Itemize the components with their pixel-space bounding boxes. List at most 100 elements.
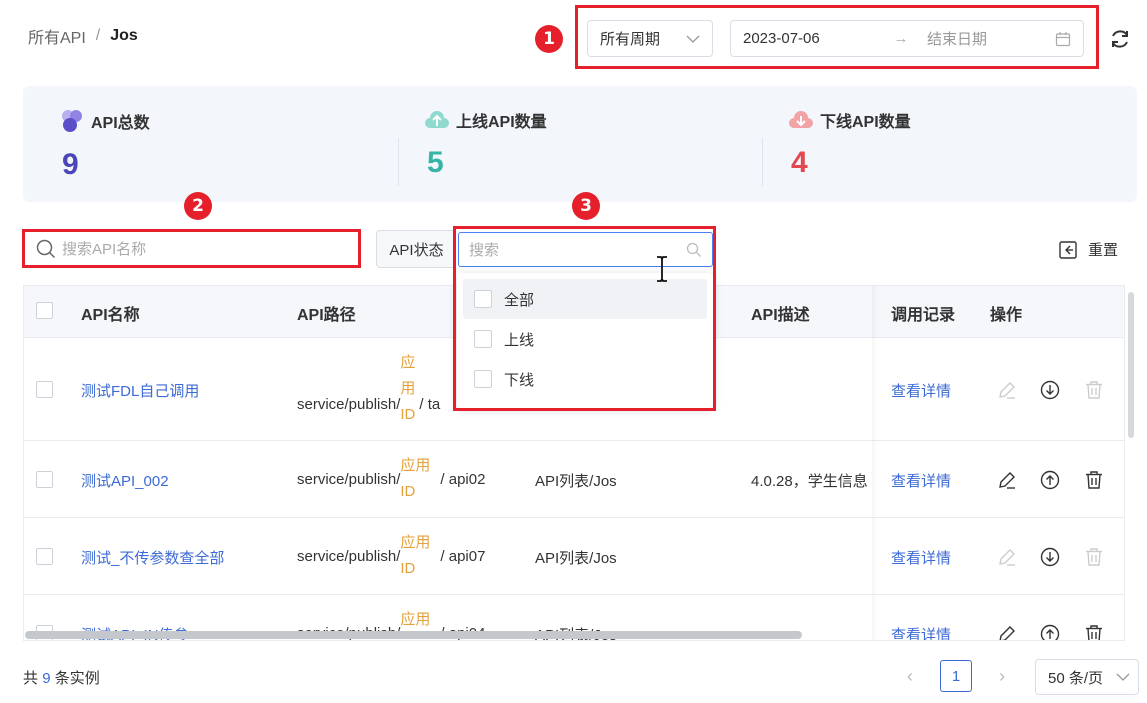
vertical-scrollbar[interactable] bbox=[1128, 292, 1134, 438]
offline-icon[interactable] bbox=[1040, 380, 1060, 400]
search-input[interactable]: 搜索API名称 bbox=[26, 232, 358, 265]
search-icon bbox=[36, 239, 56, 258]
cloud-download-icon bbox=[789, 111, 813, 128]
path-appid: 应 用 ID bbox=[400, 350, 415, 428]
page-size-select[interactable]: 50 条/页 bbox=[1035, 659, 1139, 695]
edit-icon[interactable] bbox=[997, 624, 1017, 641]
stat-online: 上线API数量 5 bbox=[424, 108, 547, 180]
stat-total: API总数 9 bbox=[59, 108, 150, 182]
row-checkbox[interactable] bbox=[36, 471, 53, 488]
appid-part: ID bbox=[400, 560, 416, 577]
online-icon[interactable] bbox=[1040, 624, 1060, 641]
header-name: API名称 bbox=[81, 307, 140, 324]
fixed-column-shadow bbox=[872, 286, 878, 640]
total-suffix: 条实例 bbox=[54, 670, 100, 687]
table-row: 测试_不传参数查全部 service/publish / 应用 ID / api… bbox=[24, 518, 1124, 595]
path-prefix: service/publish bbox=[297, 470, 397, 488]
appid-part: 应用 bbox=[400, 611, 431, 628]
api-category: API列表/Jos bbox=[535, 473, 617, 490]
header-path: API路径 bbox=[297, 307, 356, 324]
annotation-badge-2: 2 bbox=[184, 192, 212, 220]
api-path: service/publish / 应 用 ID / ta bbox=[297, 350, 440, 428]
date-range-picker[interactable]: 2023-07-06 → 结束日期 bbox=[730, 20, 1084, 57]
annotation-badge-1: 1 bbox=[535, 25, 563, 53]
appid-part: ID bbox=[400, 406, 416, 423]
delete-icon[interactable] bbox=[1084, 624, 1104, 641]
pagination: ‹ 1 › bbox=[900, 660, 1012, 692]
api-path: service/publish / 应用 ID / api02 bbox=[297, 453, 485, 505]
reset-label: 重置 bbox=[1088, 242, 1119, 259]
stat-offline: 下线API数量 4 bbox=[788, 108, 911, 180]
reset-icon bbox=[1059, 240, 1077, 259]
api-path: service/publish / 应用 ID / api07 bbox=[297, 530, 485, 582]
refresh-icon[interactable] bbox=[1108, 27, 1132, 51]
view-details-link[interactable]: 查看详情 bbox=[891, 624, 951, 640]
stats-card: API总数 9 上线API数量 5 下线API数量 4 bbox=[23, 86, 1137, 202]
annotation-box-3 bbox=[453, 226, 716, 411]
chevron-down-icon bbox=[1116, 673, 1130, 681]
breadcrumb-root[interactable]: 所有API bbox=[28, 24, 86, 48]
table-row: 测试API_002 service/publish / 应用 ID / api0… bbox=[24, 441, 1124, 518]
delete-icon[interactable] bbox=[1084, 547, 1104, 567]
delete-icon[interactable] bbox=[1084, 380, 1104, 400]
prev-page-icon[interactable]: ‹ bbox=[900, 666, 920, 687]
view-details-link[interactable]: 查看详情 bbox=[891, 470, 951, 491]
path-suffix: / api02 bbox=[440, 470, 486, 488]
stat-online-value: 5 bbox=[427, 146, 444, 179]
delete-icon[interactable] bbox=[1084, 470, 1104, 490]
page-number[interactable]: 1 bbox=[940, 660, 972, 692]
path-appid: 应用 ID bbox=[400, 530, 430, 582]
total-prefix: 共 bbox=[23, 670, 39, 687]
offline-icon[interactable] bbox=[1040, 547, 1060, 567]
header-ops: 操作 bbox=[990, 307, 1023, 324]
select-all-checkbox[interactable] bbox=[36, 302, 53, 319]
path-prefix: service/publish bbox=[297, 395, 397, 413]
stat-divider bbox=[762, 138, 763, 186]
page-size-value: 50 条/页 bbox=[1048, 669, 1104, 687]
edit-icon[interactable] bbox=[997, 470, 1017, 490]
appid-part: 应用 bbox=[400, 457, 431, 474]
api-description: 4.0.28，学生信息 bbox=[751, 473, 868, 490]
next-page-icon[interactable]: › bbox=[992, 666, 1012, 687]
row-checkbox[interactable] bbox=[36, 381, 53, 398]
chevron-down-icon bbox=[686, 35, 700, 43]
range-arrow-icon: → bbox=[893, 30, 909, 47]
stat-offline-label: 下线API数量 bbox=[820, 114, 911, 131]
stat-total-label: API总数 bbox=[91, 115, 150, 132]
breadcrumb-separator: / bbox=[95, 27, 101, 44]
row-checkbox[interactable] bbox=[36, 548, 53, 565]
period-select[interactable]: 所有周期 bbox=[587, 20, 713, 57]
calendar-icon bbox=[1055, 31, 1071, 46]
header-desc: API描述 bbox=[751, 307, 810, 324]
online-icon[interactable] bbox=[1040, 470, 1060, 490]
appid-part: 应 bbox=[400, 354, 416, 371]
reset-button[interactable]: 重置 bbox=[1058, 239, 1118, 260]
api-name-link[interactable]: 测试_不传参数查全部 bbox=[81, 547, 224, 568]
breadcrumb-current: Jos bbox=[110, 27, 138, 44]
appid-part: 应用 bbox=[400, 534, 431, 551]
text-cursor-icon bbox=[657, 256, 667, 282]
header-log: 调用记录 bbox=[891, 307, 956, 324]
edit-icon[interactable] bbox=[997, 547, 1017, 567]
path-suffix: / api07 bbox=[440, 547, 486, 565]
stat-offline-value: 4 bbox=[791, 146, 808, 179]
total-count: 共 9 条实例 bbox=[23, 667, 100, 688]
breadcrumb: 所有API / Jos bbox=[28, 24, 138, 48]
period-select-value: 所有周期 bbox=[600, 31, 661, 48]
annotation-badge-3: 3 bbox=[572, 192, 600, 220]
view-details-link[interactable]: 查看详情 bbox=[891, 380, 951, 401]
horizontal-scrollbar[interactable] bbox=[25, 631, 802, 639]
status-filter-label: API状态 bbox=[376, 230, 456, 268]
api-name-link[interactable]: 测试FDL自己调用 bbox=[81, 380, 199, 401]
end-date-placeholder[interactable]: 结束日期 bbox=[919, 28, 1055, 49]
view-details-link[interactable]: 查看详情 bbox=[891, 547, 951, 568]
stat-divider bbox=[398, 138, 399, 186]
stat-total-value: 9 bbox=[62, 148, 79, 181]
appid-part: 用 bbox=[400, 380, 416, 397]
start-date[interactable]: 2023-07-06 bbox=[743, 30, 883, 47]
cloud-upload-icon bbox=[425, 111, 449, 128]
edit-icon[interactable] bbox=[997, 380, 1017, 400]
api-category: API列表/Jos bbox=[535, 550, 617, 567]
total-number: 9 bbox=[42, 670, 51, 687]
api-name-link[interactable]: 测试API_002 bbox=[81, 470, 169, 491]
